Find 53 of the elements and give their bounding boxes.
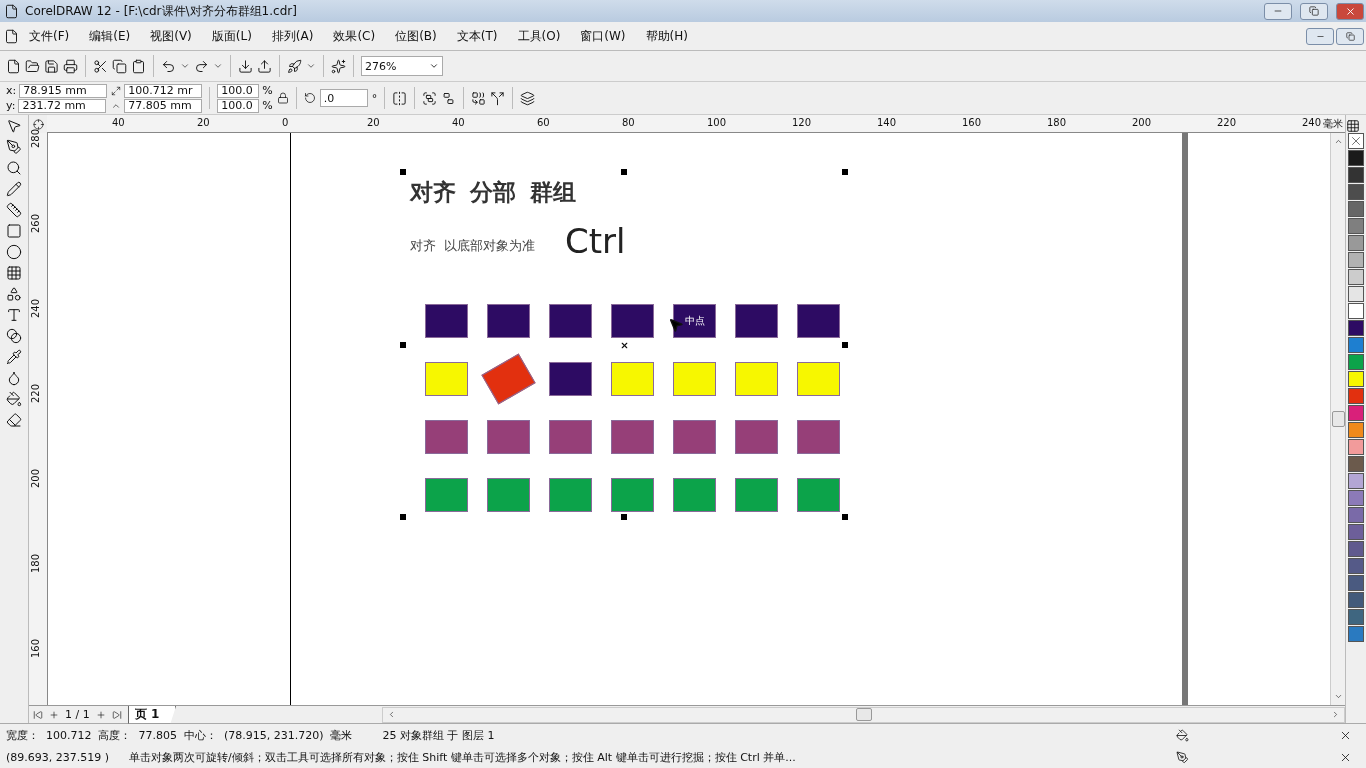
heading-text: 对齐 [410, 178, 456, 207]
menu-item[interactable]: 文本(T) [446, 27, 508, 45]
x-field[interactable]: 78.915 mm [19, 83, 108, 98]
menu-item[interactable]: 视图(V) [140, 27, 202, 45]
menu-item[interactable]: 效果(C) [323, 27, 386, 45]
y-label: y: [6, 99, 16, 112]
x-label: x: [6, 84, 17, 97]
menu-item[interactable]: 版面(L) [201, 27, 262, 45]
page-tab[interactable]: 页 1 [127, 705, 177, 724]
layer-info: 25 对象群组 于 图层 1 [382, 727, 495, 743]
heading-text: 分部 [470, 178, 516, 207]
ruler-label: 100 [707, 117, 727, 128]
ruler-unit: 毫米 [1323, 117, 1343, 131]
menu-item[interactable]: 排列(A) [261, 27, 324, 45]
ruler-label: 40 [112, 117, 125, 128]
ruler-label: 80 [622, 117, 635, 128]
menu-item[interactable]: 编辑(E) [79, 27, 141, 45]
zoom-dropdown[interactable]: 276% [361, 56, 443, 76]
ruler-label: 220 [1217, 117, 1237, 128]
percent-label: % [262, 99, 273, 112]
ruler-label: 120 [792, 117, 812, 128]
window-title: CorelDRAW 12 - [F:\cdr课件\对齐分布群组1.cdr] [25, 2, 298, 20]
ruler-label: 0 [282, 117, 289, 128]
degree-label: ° [371, 91, 378, 105]
ruler-label: 140 [877, 117, 897, 128]
ruler-label: 200 [1132, 117, 1152, 128]
ruler-label: 60 [537, 117, 550, 128]
percent-label: % [262, 84, 273, 97]
angle-field[interactable]: .0 [319, 89, 368, 107]
size-readout: 宽度： 100.712 高度： 77.805 中心： (78.915, 231.720) 毫米 [6, 727, 353, 743]
menu-item[interactable]: 工具(O) [507, 27, 571, 45]
menu-item[interactable]: 位图(B) [385, 27, 447, 45]
subtitle-text: 对齐 以底部对象为准 [410, 237, 536, 255]
ruler-label: 40 [452, 117, 465, 128]
ruler-label: 20 [197, 117, 210, 128]
scale-field[interactable]: 100.0 [217, 83, 260, 98]
height-field[interactable]: 77.805 mm [124, 98, 203, 113]
heading-text: 群组 [530, 178, 576, 207]
page-counter: 1 / 1 [65, 708, 90, 721]
cursor-position: (89.693, 237.519 ) [6, 750, 110, 764]
key-text: Ctrl [565, 221, 626, 261]
scale-field[interactable]: 100.0 [217, 98, 260, 113]
ruler-label: 180 [1047, 117, 1067, 128]
y-field[interactable]: 231.72 mm [18, 98, 107, 113]
width-field[interactable]: 100.712 mr [124, 83, 203, 98]
ruler-label: 20 [367, 117, 380, 128]
menu-item[interactable]: 窗口(W) [570, 27, 636, 45]
hint-text: 单击对象两次可旋转/倾斜；双击工具可选择所有对象；按住 Shift 键单击可选择多个对象；按住 Alt 键单击可进行挖掘；按住 Ctrl 并单... [129, 750, 796, 764]
menu-item[interactable]: 帮助(H) [635, 27, 698, 45]
menu-item[interactable]: 文件(F) [19, 27, 80, 45]
ruler-label: 240 [1302, 117, 1322, 128]
ruler-label: 160 [962, 117, 982, 128]
shape-label: 中点 [684, 314, 705, 328]
